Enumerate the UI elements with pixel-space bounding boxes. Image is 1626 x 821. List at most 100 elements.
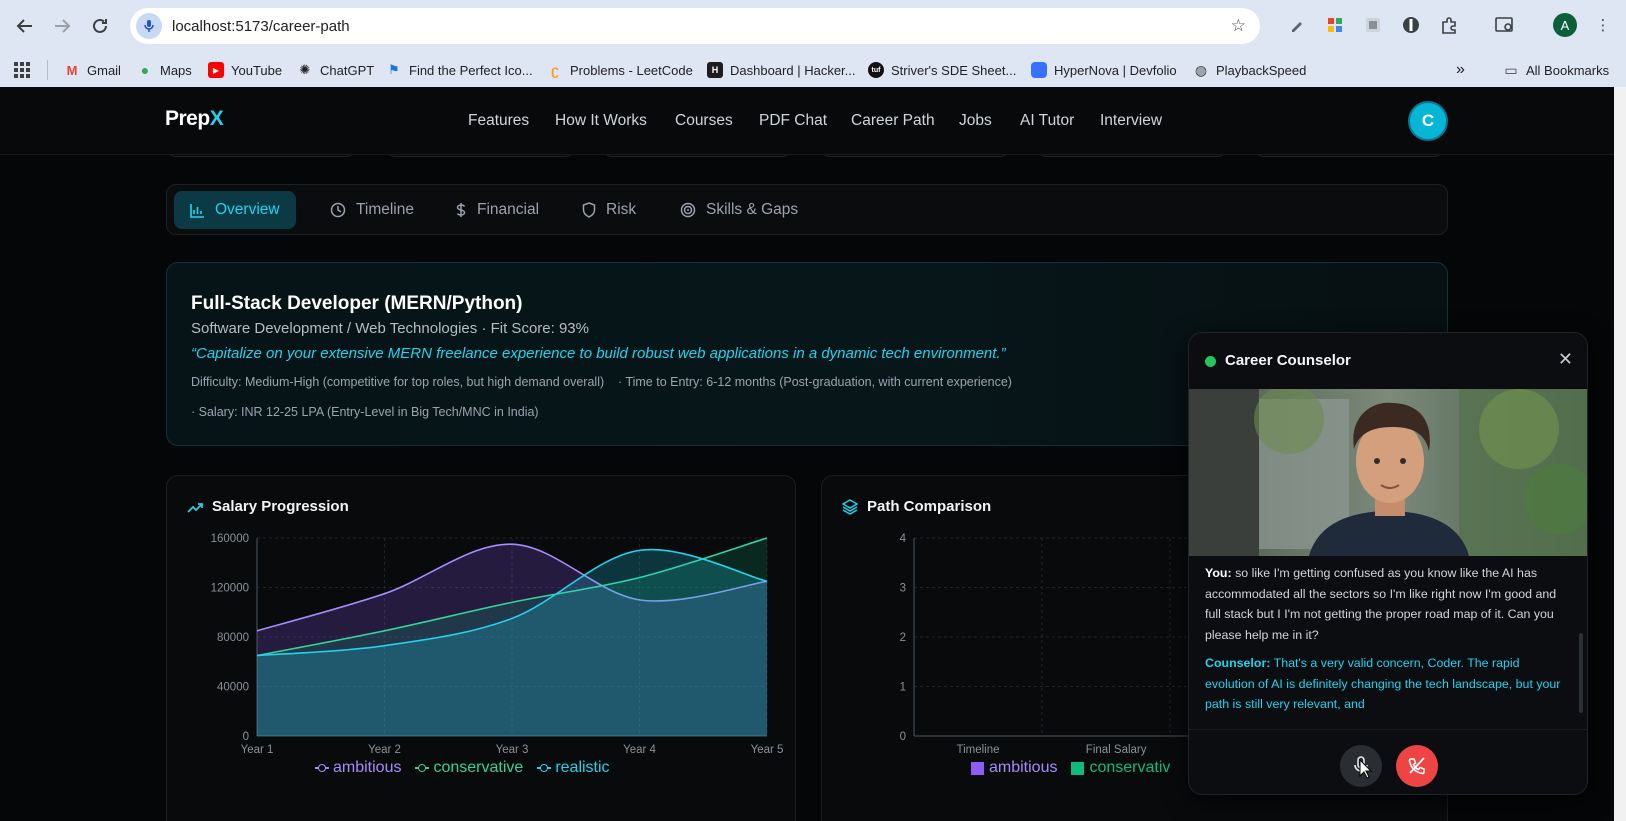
bookmark-devfolio[interactable]: HyperNova | Devfolio: [1031, 61, 1177, 79]
bookmark-star-icon[interactable]: ☆: [1231, 16, 1246, 36]
transcript-scrollbar[interactable]: [1579, 633, 1583, 713]
bookmark-striver[interactable]: tuf Striver's SDE Sheet...: [868, 61, 1016, 79]
back-icon[interactable]: [11, 12, 39, 40]
devfolio-icon: [1031, 62, 1047, 78]
apps-grid-icon[interactable]: [13, 61, 31, 79]
x-tick-label: Year 1: [241, 744, 274, 756]
tab-search-icon[interactable]: [1494, 14, 1516, 36]
nav-courses[interactable]: Courses: [675, 112, 733, 130]
counselor-avatar-video: [1189, 389, 1587, 556]
bookmark-youtube[interactable]: ▶ YouTube: [208, 61, 282, 79]
hackerrank-icon: H: [707, 62, 723, 78]
career-counselor-widget: Career Counselor ✕ You: so like I'm gett…: [1188, 332, 1588, 795]
bookmark-gmail[interactable]: M Gmail: [64, 61, 121, 79]
y-tick-label: 0: [243, 731, 249, 743]
end-call-button[interactable]: [1396, 745, 1438, 787]
nav-interview[interactable]: Interview: [1100, 112, 1162, 130]
bookmark-icons[interactable]: ⚑ Find the Perfect Ico...: [386, 61, 532, 79]
career-tabs: Overview Timeline Financial Risk Skills …: [166, 184, 1448, 235]
reload-icon[interactable]: [86, 12, 114, 40]
bookmark-maps[interactable]: ● Maps: [137, 61, 192, 79]
legend-conservative[interactable]: conservativ: [1071, 759, 1170, 777]
counselor-transcript: You: so like I'm getting confused as you…: [1205, 563, 1567, 715]
extensions-puzzle-icon[interactable]: [1438, 14, 1460, 36]
browser-chrome: localhost:5173/career-path ☆ A ⋮ M Gmail …: [0, 0, 1626, 87]
more-bookmarks-icon[interactable]: »: [1456, 61, 1465, 79]
nav-ai-tutor[interactable]: AI Tutor: [1020, 112, 1074, 130]
tab-risk[interactable]: Risk: [566, 191, 652, 229]
legend-ambitious[interactable]: ambitious: [315, 759, 401, 777]
user-avatar[interactable]: C: [1408, 101, 1448, 141]
puzzle-color-extension-icon[interactable]: [1324, 14, 1346, 36]
address-bar[interactable]: localhost:5173/career-path ☆: [130, 8, 1260, 44]
shield-extension-icon[interactable]: [1400, 14, 1422, 36]
prepx-logo[interactable]: PrepX: [165, 107, 224, 131]
nav-how-it-works[interactable]: How It Works: [555, 112, 647, 130]
y-tick-label: 1: [900, 682, 906, 694]
salary-legend: ambitious conservative realistic: [315, 759, 624, 777]
legend-realistic[interactable]: realistic: [537, 759, 610, 777]
bookmark-leetcode[interactable]: ʗ Problems - LeetCode: [547, 61, 693, 79]
salary-progression-title: Salary Progression: [187, 498, 349, 515]
career-subtitle: Software Development / Web Technologies …: [191, 320, 589, 337]
career-quote: “Capitalize on your extensive MERN freel…: [191, 345, 1006, 362]
striver-icon: tuf: [868, 62, 884, 78]
x-tick-label: Final Salary: [1086, 744, 1147, 756]
address-row: localhost:5173/career-path ☆ A ⋮: [0, 0, 1626, 52]
legend-ambitious[interactable]: ambitious: [971, 759, 1057, 777]
tab-financial[interactable]: Financial: [439, 191, 555, 229]
career-salary: · Salary: INR 12-25 LPA (Entry-Level in …: [191, 405, 539, 419]
y-tick-label: 40000: [217, 682, 249, 694]
salary-progression-panel: Salary Progression 0 40000 80000 120000 1600…: [166, 475, 796, 821]
nav-jobs[interactable]: Jobs: [959, 112, 992, 130]
bookmark-chatgpt[interactable]: ✺ ChatGPT: [297, 61, 375, 79]
mouse-cursor-icon: [1359, 759, 1373, 779]
forward-icon[interactable]: [48, 12, 76, 40]
y-tick-label: 160000: [211, 533, 249, 545]
target-icon: [680, 202, 696, 218]
maps-pin-icon: ●: [140, 62, 150, 78]
close-icon[interactable]: ✕: [1558, 349, 1573, 370]
bookmark-hackerrank[interactable]: H Dashboard | Hacker...: [707, 61, 856, 79]
y-tick-label: 120000: [211, 583, 249, 595]
shield-icon: [582, 202, 596, 218]
bookmark-playbackspeed[interactable]: ◍ PlaybackSpeed: [1193, 61, 1306, 79]
counselor-video: [1189, 389, 1587, 556]
globe-icon: ◍: [1194, 61, 1208, 78]
user-message: You: so like I'm getting confused as you…: [1205, 566, 1557, 642]
leetcode-icon: ʗ: [551, 62, 559, 78]
all-bookmarks-folder[interactable]: ▭ All Bookmarks: [1503, 61, 1609, 79]
grid-extension-icon[interactable]: [1362, 14, 1384, 36]
layers-icon: [842, 498, 858, 515]
nav-pdf-chat[interactable]: PDF Chat: [759, 112, 827, 130]
browser-profile-avatar[interactable]: A: [1553, 13, 1577, 37]
counselor-message: Counselor: That's a very valid concern, …: [1205, 656, 1561, 711]
x-tick-label: Year 3: [496, 744, 529, 756]
career-title: Full-Stack Developer (MERN/Python): [191, 293, 523, 314]
path-comparison-title: Path Comparison: [842, 498, 991, 515]
gmail-icon: M: [66, 62, 78, 78]
folder-icon: ▭: [1504, 61, 1518, 78]
trending-up-icon: [187, 502, 203, 513]
tab-overview[interactable]: Overview: [174, 191, 296, 229]
youtube-icon: ▶: [208, 62, 224, 78]
mic-icon[interactable]: [136, 13, 162, 39]
clock-icon: [330, 202, 346, 218]
flag-icon: ⚑: [388, 62, 400, 77]
nav-features[interactable]: Features: [468, 112, 529, 130]
chatgpt-icon: ✺: [299, 62, 311, 77]
counselor-header: Career Counselor ✕: [1189, 333, 1587, 389]
tab-skills-gaps[interactable]: Skills & Gaps: [664, 191, 814, 229]
browser-menu-icon[interactable]: ⋮: [1592, 14, 1614, 36]
path-legend: ambitious conservativ: [971, 759, 1184, 777]
page-scrollbar[interactable]: [1614, 87, 1626, 821]
x-tick-label: Year 5: [751, 744, 784, 756]
legend-conservative[interactable]: conservative: [415, 759, 523, 777]
x-tick-label: Year 4: [623, 744, 656, 756]
y-tick-label: 0: [900, 731, 906, 743]
tab-timeline[interactable]: Timeline: [314, 191, 430, 229]
career-difficulty-timing: Difficulty: Medium-High (competitive for…: [191, 375, 1012, 389]
nav-career-path[interactable]: Career Path: [851, 112, 935, 130]
y-tick-label: 80000: [217, 632, 249, 644]
pen-extension-icon[interactable]: [1286, 14, 1308, 36]
